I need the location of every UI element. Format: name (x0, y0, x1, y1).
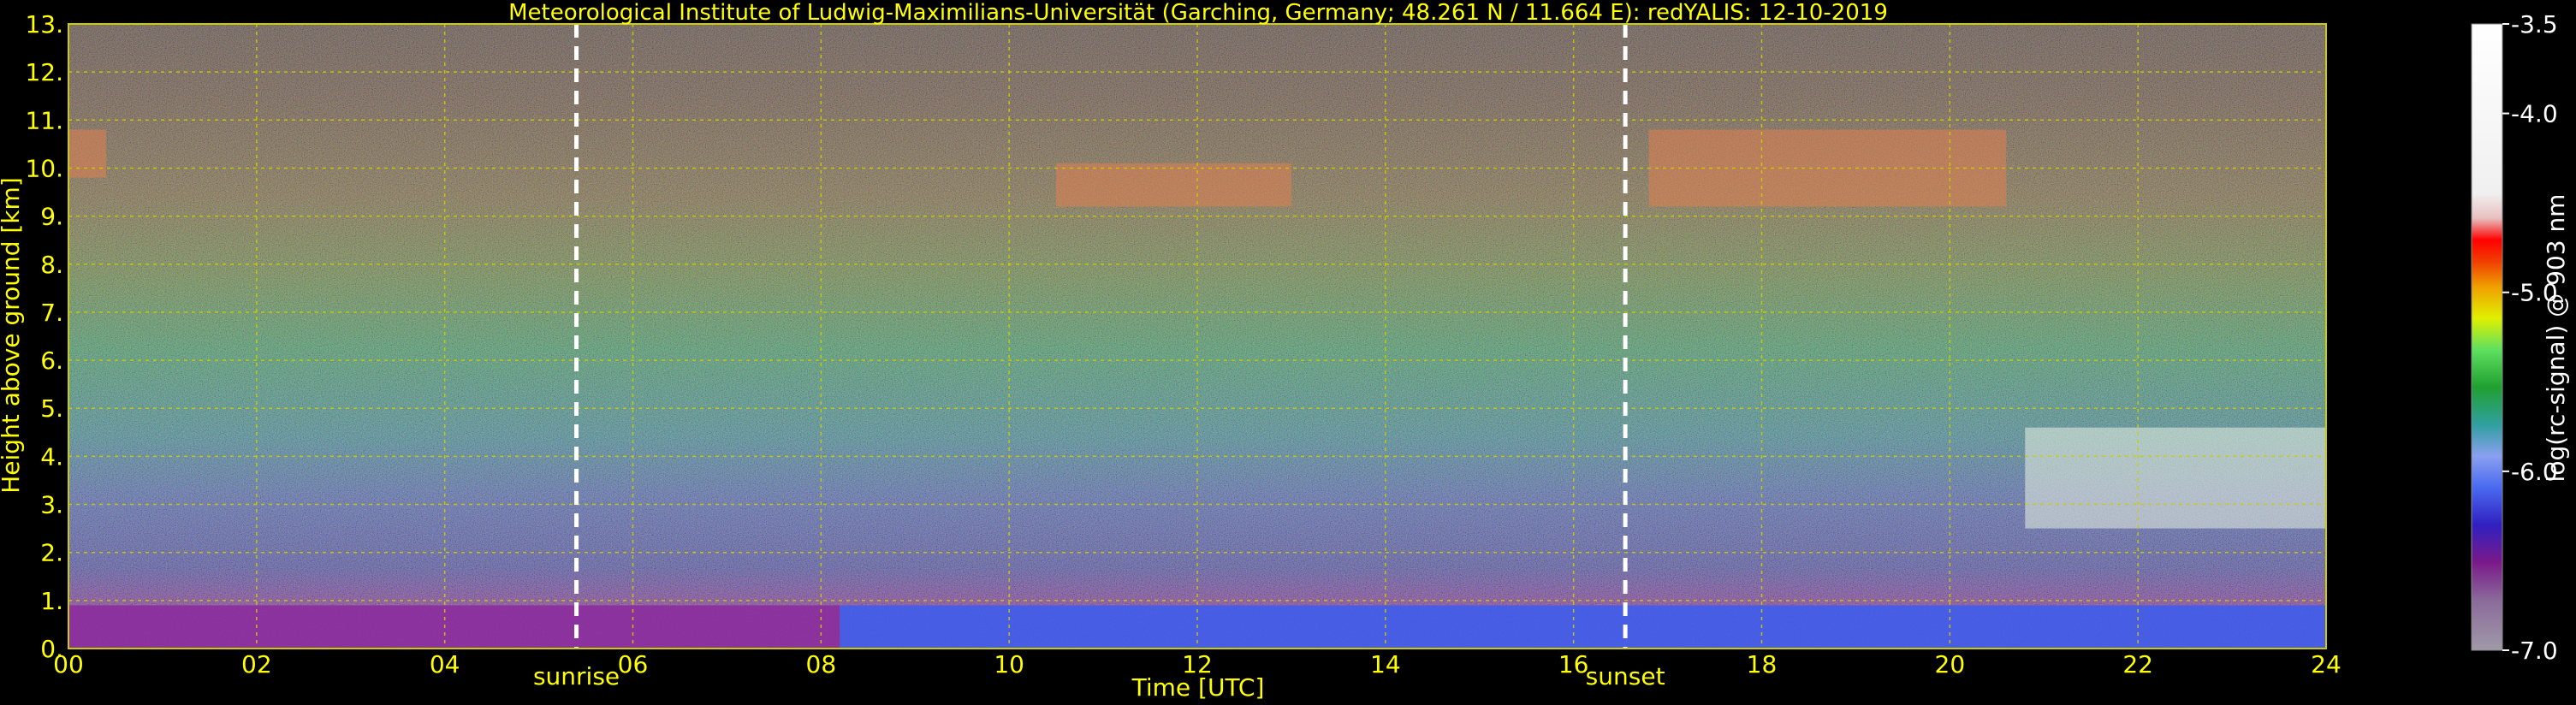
chart-title: Meteorological Institute of Ludwig-Maxim… (508, 0, 1888, 26)
colorbar-tick-label: -3.5 (2511, 10, 2558, 39)
y-tick-label: 4. (40, 442, 63, 471)
x-tick-label: 02 (241, 650, 272, 678)
lidar-chart: Meteorological Institute of Ludwig-Maxim… (0, 0, 2570, 702)
x-tick-label: 08 (806, 650, 837, 678)
colorbar-tick-label: -7.0 (2511, 637, 2558, 665)
feature-region (2025, 427, 2326, 529)
y-tick-label: 5. (40, 394, 63, 423)
feature-region (68, 129, 106, 178)
y-tick-label: 9. (40, 203, 63, 231)
x-tick-label: 14 (1370, 650, 1401, 678)
x-tick-label: 10 (994, 650, 1024, 678)
x-tick-label: 22 (2122, 650, 2153, 678)
y-axis-label: Height above ground [km] (0, 177, 25, 494)
colorbar: -3.5-4.0-5.0-6.0-7.0 log(rc-signal) @ 90… (2471, 10, 2570, 665)
x-tick-label: 06 (618, 650, 649, 678)
y-tick-label: 7. (40, 299, 63, 327)
feature-region (1056, 163, 1291, 207)
y-tick-label: 6. (40, 347, 63, 375)
y-tick-label: 12. (25, 58, 63, 86)
x-tick-label: 18 (1747, 650, 1778, 678)
feature-region (68, 605, 840, 649)
x-tick-label: 04 (430, 650, 460, 678)
y-tick-label: 2. (40, 539, 63, 567)
y-tick-label: 1. (40, 587, 63, 615)
y-tick-label: 3. (40, 491, 63, 519)
x-tick-labels: 00 02 04 06 08 10 12 14 16 18 20 22 24 (53, 650, 2342, 678)
y-tick-label: 8. (40, 251, 63, 279)
y-tick-labels: 0. 1. 2. 3. 4. 5. 6. 7. 8. 9. 10. 11. 12. 13. (25, 10, 63, 663)
x-tick-label: 16 (1558, 650, 1589, 678)
x-tick-label: 20 (1935, 650, 1966, 678)
event-annotation: sunrise (533, 662, 620, 690)
y-tick-label: 11. (25, 106, 63, 134)
plot-area (68, 23, 2327, 649)
x-tick-label: 12 (1182, 650, 1213, 678)
colorbar-gradient (2471, 23, 2503, 651)
event-annotation: sunset (1586, 662, 1665, 690)
colorbar-tick-label: -4.0 (2511, 100, 2558, 128)
colorbar-label: log(rc-signal) @ 903 nm (2542, 194, 2570, 483)
event-annotations: sunrise sunset (533, 662, 1665, 690)
feature-region (840, 605, 2326, 649)
y-tick-label: 10. (25, 154, 63, 182)
x-tick-label: 24 (2311, 650, 2342, 678)
y-tick-label: 0. (40, 635, 63, 663)
y-tick-label: 13. (25, 10, 63, 39)
